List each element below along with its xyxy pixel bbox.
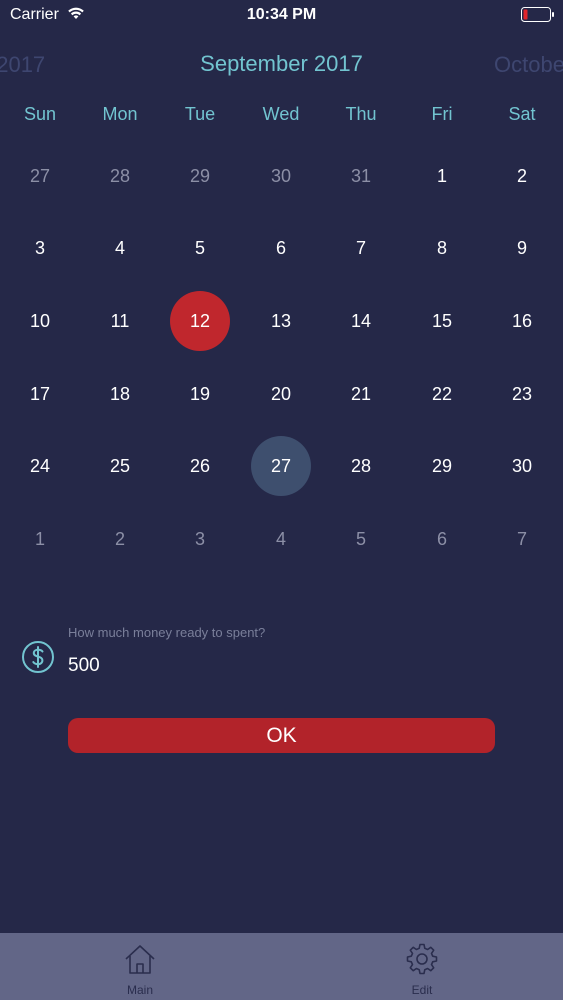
status-time: 10:34 PM <box>246 6 317 23</box>
calendar-day[interactable]: 23 <box>492 364 552 424</box>
month-header: t 2017 September 2017 Octobe <box>0 48 563 82</box>
calendar-day[interactable]: 28 <box>331 436 391 496</box>
tab-main[interactable]: Main <box>80 933 200 1000</box>
calendar-day[interactable]: 5 <box>331 509 391 569</box>
weekday-sun: Sun <box>23 104 57 124</box>
money-field-label: How much money ready to spent? <box>68 625 266 640</box>
weekday-sat: Sat <box>508 104 536 124</box>
calendar-day[interactable]: 24 <box>10 436 70 496</box>
dollar-icon <box>21 640 55 679</box>
money-input-section: How much money ready to spent? <box>0 620 563 690</box>
calendar-day[interactable]: 14 <box>331 291 391 351</box>
calendar-day[interactable]: 26 <box>170 436 230 496</box>
calendar-day[interactable]: 6 <box>251 218 311 278</box>
calendar-day[interactable]: 7 <box>492 509 552 569</box>
weekday-header: Sun Mon Tue Wed Thu Fri Sat <box>0 104 563 130</box>
calendar-day[interactable]: 9 <box>492 218 552 278</box>
weekday-fri: Fri <box>431 104 453 124</box>
calendar-day[interactable]: 3 <box>10 218 70 278</box>
calendar-day[interactable]: 31 <box>331 146 391 206</box>
next-month-label[interactable]: Octobe <box>494 52 563 78</box>
calendar-day[interactable]: 15 <box>412 291 472 351</box>
calendar-day[interactable]: 17 <box>10 364 70 424</box>
calendar-day[interactable]: 5 <box>170 218 230 278</box>
tab-edit-label: Edit <box>411 983 433 997</box>
calendar-day[interactable]: 16 <box>492 291 552 351</box>
calendar-day[interactable]: 20 <box>251 364 311 424</box>
calendar-day[interactable]: 28 <box>90 146 150 206</box>
calendar-day[interactable]: 27 <box>10 146 70 206</box>
weekday-thu: Thu <box>345 104 377 124</box>
current-month-label: September 2017 <box>200 51 363 76</box>
calendar-day[interactable]: 21 <box>331 364 391 424</box>
tab-bar: Main Edit <box>0 933 563 1000</box>
calendar-day[interactable]: 4 <box>90 218 150 278</box>
money-amount-input[interactable] <box>68 652 488 680</box>
calendar-day-selected[interactable]: 27 <box>251 436 311 496</box>
calendar-day[interactable]: 19 <box>170 364 230 424</box>
weekday-mon: Mon <box>102 104 138 124</box>
gear-icon <box>405 942 439 981</box>
calendar-day[interactable]: 4 <box>251 509 311 569</box>
calendar-day[interactable]: 2 <box>90 509 150 569</box>
calendar-day[interactable]: 29 <box>412 436 472 496</box>
battery-icon <box>521 7 555 28</box>
tab-main-label: Main <box>126 983 153 997</box>
calendar-day[interactable]: 2 <box>492 146 552 206</box>
calendar-grid: 27 28 29 30 31 1 2 3 4 5 6 7 8 9 10 11 1… <box>0 140 563 576</box>
calendar-day[interactable]: 13 <box>251 291 311 351</box>
weekday-tue: Tue <box>184 104 216 124</box>
calendar-day[interactable]: 6 <box>412 509 472 569</box>
status-bar: Carrier 10:34 PM <box>0 0 563 30</box>
calendar-day[interactable]: 25 <box>90 436 150 496</box>
calendar-day[interactable]: 8 <box>412 218 472 278</box>
calendar-day[interactable]: 1 <box>10 509 70 569</box>
calendar-day[interactable]: 22 <box>412 364 472 424</box>
calendar-day[interactable]: 3 <box>170 509 230 569</box>
calendar-day[interactable]: 30 <box>492 436 552 496</box>
calendar-day[interactable]: 1 <box>412 146 472 206</box>
calendar-day[interactable]: 18 <box>90 364 150 424</box>
calendar-day[interactable]: 11 <box>90 291 150 351</box>
weekday-wed: Wed <box>262 104 300 124</box>
tab-edit[interactable]: Edit <box>362 933 482 1000</box>
home-icon <box>123 942 157 981</box>
calendar-day-today[interactable]: 12 <box>170 291 230 351</box>
ok-button[interactable]: OK <box>68 718 495 753</box>
calendar-day[interactable]: 10 <box>10 291 70 351</box>
calendar-day[interactable]: 29 <box>170 146 230 206</box>
calendar-day[interactable]: 30 <box>251 146 311 206</box>
calendar-day[interactable]: 7 <box>331 218 391 278</box>
